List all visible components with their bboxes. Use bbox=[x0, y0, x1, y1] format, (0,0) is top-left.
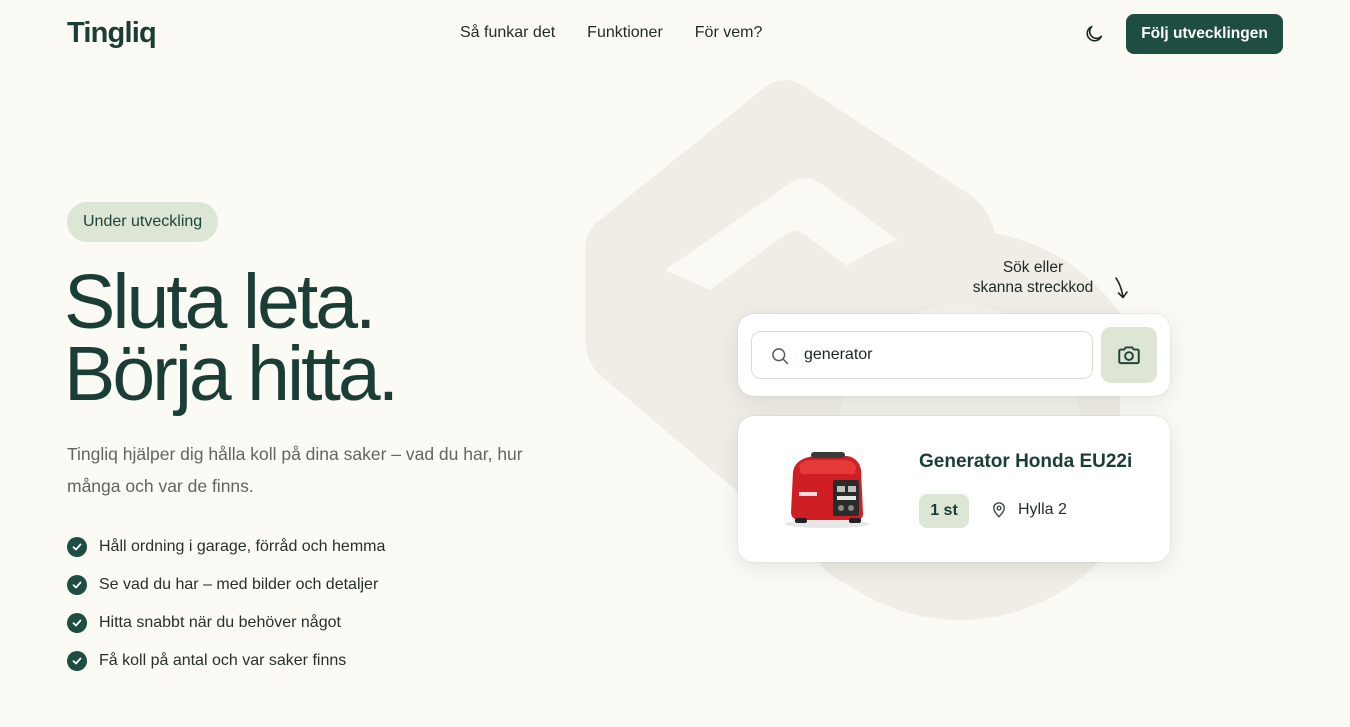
check-icon bbox=[67, 537, 87, 557]
check-icon bbox=[67, 651, 87, 671]
nav-links: Så funkar det Funktioner För vem? bbox=[460, 24, 762, 42]
nav-link-for-who[interactable]: För vem? bbox=[695, 24, 763, 42]
hint-line-2: skanna streckkod bbox=[972, 279, 1094, 296]
theme-toggle-button[interactable] bbox=[1083, 23, 1105, 45]
feature-list: Håll ordning i garage, förråd och hemma … bbox=[67, 528, 385, 680]
location-label: Hylla 2 bbox=[1018, 501, 1067, 518]
hero-headline: Sluta leta. Börja hitta. bbox=[64, 259, 399, 417]
status-badge: Under utveckling bbox=[67, 202, 219, 242]
scan-barcode-button[interactable] bbox=[1101, 327, 1157, 383]
feature-item: Se vad du har – med bilder och detaljer bbox=[67, 566, 385, 604]
top-navigation: Tingliq Så funkar det Funktioner För vem… bbox=[0, 0, 1350, 68]
feature-item: Hitta snabbt när du behöver något bbox=[67, 604, 385, 642]
hero-description: Tingliq hjälper dig hålla koll på dina s… bbox=[67, 444, 523, 496]
feature-label: Hitta snabbt när du behöver något bbox=[99, 614, 341, 631]
headline-line-1: Sluta leta. bbox=[64, 259, 376, 345]
item-location: Hylla 2 bbox=[990, 501, 1067, 519]
search-card bbox=[738, 314, 1170, 396]
location-pin-icon bbox=[993, 502, 1005, 518]
feature-label: Se vad du har – med bilder och detaljer bbox=[99, 576, 379, 593]
search-field[interactable] bbox=[751, 331, 1093, 379]
search-icon bbox=[772, 348, 789, 365]
moon-icon bbox=[1086, 25, 1103, 42]
feature-item: Håll ordning i garage, förråd och hemma bbox=[67, 528, 385, 566]
feature-label: Få koll på antal och var saker finns bbox=[99, 652, 347, 669]
logo[interactable]: Tingliq bbox=[67, 17, 157, 50]
nav-link-features[interactable]: Funktioner bbox=[587, 24, 663, 42]
feature-item: Få koll på antal och var saker finns bbox=[67, 642, 385, 680]
headline-line-2: Börja hitta. bbox=[64, 331, 399, 417]
search-input[interactable] bbox=[804, 340, 1074, 370]
search-hint: Sök eller skanna streckkod bbox=[960, 258, 1106, 298]
item-title: Generator Honda EU22i bbox=[919, 451, 1133, 472]
search-result-card[interactable]: Generator Honda EU22i 1 st Hylla 2 bbox=[738, 416, 1170, 562]
hint-line-1: Sök eller bbox=[1002, 259, 1064, 276]
nav-link-how-it-works[interactable]: Så funkar det bbox=[460, 24, 555, 42]
check-icon bbox=[67, 613, 87, 633]
feature-label: Håll ordning i garage, förråd och hemma bbox=[99, 538, 386, 555]
camera-icon bbox=[1118, 346, 1140, 365]
curved-arrow-icon bbox=[1115, 277, 1128, 299]
quantity-badge: 1 st bbox=[919, 494, 969, 528]
check-icon bbox=[67, 575, 87, 595]
follow-development-button[interactable]: Följ utvecklingen bbox=[1126, 14, 1283, 54]
generator-image bbox=[755, 440, 899, 536]
